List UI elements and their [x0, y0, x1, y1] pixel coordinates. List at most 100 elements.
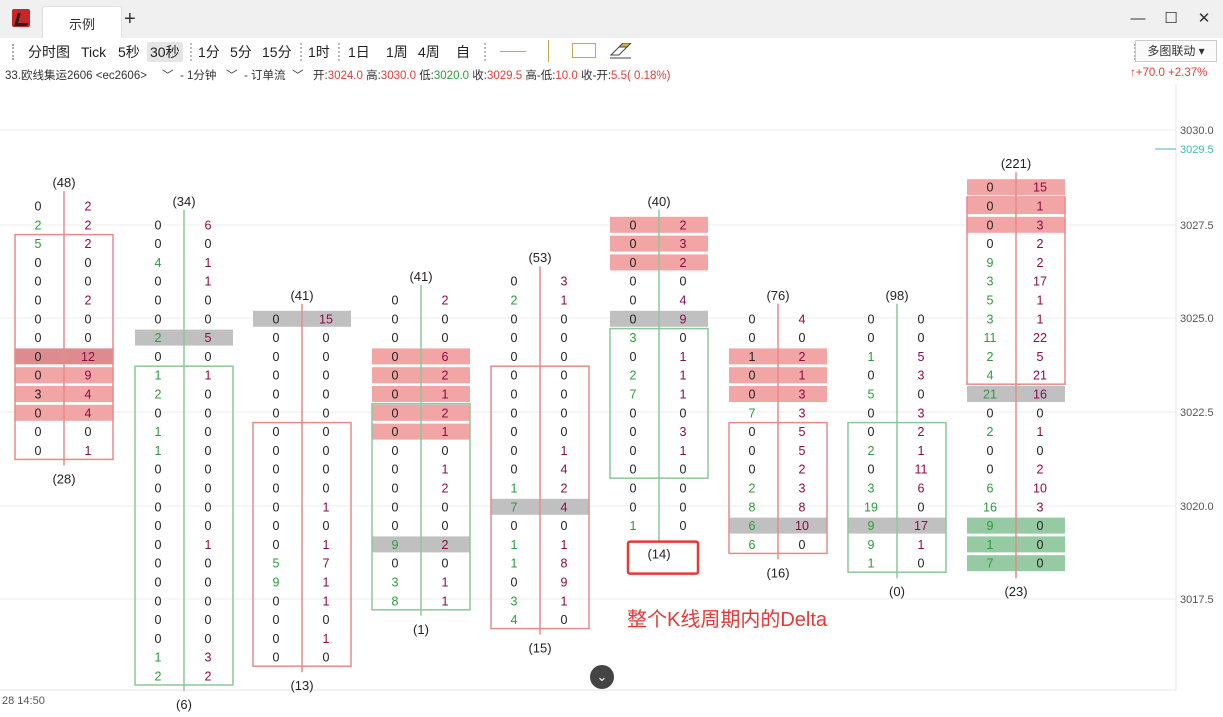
- ask-volume: 4: [680, 294, 687, 308]
- eraser-icon[interactable]: [609, 42, 633, 59]
- period-dropdown-icon[interactable]: ﹀: [226, 67, 238, 83]
- bid-volume: 0: [511, 369, 518, 383]
- bid-volume: 16: [983, 500, 997, 514]
- ask-volume: 0: [323, 369, 330, 383]
- ask-volume: 8: [799, 500, 806, 514]
- maximize-icon[interactable]: ☐: [1161, 8, 1181, 28]
- period-button[interactable]: 1时: [305, 42, 333, 62]
- bid-volume: 11: [984, 331, 997, 345]
- bid-volume: 1: [155, 425, 162, 439]
- footprint-chart[interactable]: 3030.03027.53025.03022.53020.03017.53029…: [0, 84, 1223, 717]
- ask-volume: 10: [1033, 482, 1047, 496]
- toolbar-grip-icon[interactable]: [12, 44, 18, 60]
- horizontal-line-tool-icon[interactable]: [500, 51, 526, 52]
- bid-volume: 0: [35, 312, 42, 326]
- close-icon[interactable]: ✕: [1194, 8, 1214, 28]
- period-button[interactable]: 5分: [227, 42, 255, 62]
- period-button[interactable]: 自: [453, 42, 473, 62]
- bid-volume: 8: [392, 594, 399, 608]
- bid-volume: 0: [35, 275, 42, 289]
- ask-volume: 22: [1033, 331, 1047, 345]
- ask-volume: 2: [205, 670, 212, 684]
- ask-volume: 1: [918, 538, 925, 552]
- bar-total-label: (48): [52, 175, 75, 190]
- bid-volume: 0: [630, 482, 637, 496]
- period-button[interactable]: 1日: [345, 42, 373, 62]
- ask-volume: 1: [205, 256, 212, 270]
- ask-volume: 1: [680, 369, 687, 383]
- bid-volume: 0: [35, 200, 42, 214]
- mode-dropdown-icon[interactable]: ﹀: [292, 67, 304, 83]
- contract-name[interactable]: 33.欧线集运2606 <ec2606>: [5, 67, 147, 83]
- ask-volume: 11: [915, 463, 928, 477]
- ask-volume: 3: [918, 406, 925, 420]
- bid-volume: 1: [155, 651, 162, 665]
- bid-volume: 19: [864, 500, 878, 514]
- tab-example[interactable]: 示例: [42, 6, 122, 39]
- ask-volume: 1: [442, 388, 449, 402]
- bar-delta-label: (13): [290, 678, 313, 693]
- period-button[interactable]: 分时图: [25, 42, 73, 62]
- ask-volume: 1: [442, 594, 449, 608]
- bid-volume: 0: [392, 331, 399, 345]
- ask-volume: 1: [205, 369, 212, 383]
- period-label[interactable]: - 1分钟: [180, 67, 216, 83]
- ask-volume: 1: [561, 538, 568, 552]
- ask-volume: 0: [323, 331, 330, 345]
- ask-volume: 0: [799, 538, 806, 552]
- rectangle-tool-icon[interactable]: [572, 43, 596, 58]
- bid-volume: 3: [987, 275, 994, 289]
- bid-volume: 0: [35, 294, 42, 308]
- bid-volume: 0: [630, 350, 637, 364]
- period-button[interactable]: 5秒: [115, 42, 143, 62]
- ask-volume: 0: [1037, 406, 1044, 420]
- ask-volume: 0: [205, 388, 212, 402]
- ask-volume: 0: [442, 500, 449, 514]
- bid-volume: 0: [273, 594, 280, 608]
- bar-total-label: (40): [647, 194, 670, 209]
- bid-volume: 0: [749, 369, 756, 383]
- ask-volume: 2: [85, 218, 92, 232]
- bid-volume: 0: [155, 613, 162, 627]
- mode-label[interactable]: - 订单流: [244, 67, 286, 83]
- ask-volume: 0: [205, 519, 212, 533]
- ask-volume: 5: [799, 444, 806, 458]
- bid-volume: 0: [987, 200, 994, 214]
- bid-volume: 0: [35, 444, 42, 458]
- ask-volume: 0: [561, 613, 568, 627]
- scroll-down-icon[interactable]: ⌄: [590, 665, 614, 689]
- period-button[interactable]: 1周: [383, 42, 411, 62]
- bid-volume: 0: [630, 406, 637, 420]
- period-button[interactable]: 4周: [415, 42, 443, 62]
- ask-volume: 2: [799, 350, 806, 364]
- bid-volume: 0: [630, 463, 637, 477]
- ask-volume: 0: [205, 632, 212, 646]
- bid-volume: 0: [273, 350, 280, 364]
- ask-volume: 0: [918, 331, 925, 345]
- period-button[interactable]: Tick: [78, 42, 109, 62]
- add-tab-button[interactable]: +: [124, 8, 136, 31]
- ask-volume: 0: [323, 651, 330, 665]
- ask-volume: 1: [561, 444, 568, 458]
- ask-volume: 2: [85, 294, 92, 308]
- bid-volume: 2: [630, 369, 637, 383]
- bid-volume: 0: [511, 350, 518, 364]
- period-button[interactable]: 1分: [195, 42, 223, 62]
- multi-chart-sync-button[interactable]: 多图联动 ▾: [1135, 40, 1217, 62]
- bid-volume: 0: [273, 369, 280, 383]
- vertical-line-tool-icon[interactable]: [548, 40, 549, 62]
- bid-volume: 1: [155, 444, 162, 458]
- bid-volume: 0: [273, 500, 280, 514]
- bid-volume: 0: [35, 406, 42, 420]
- bid-volume: 0: [155, 463, 162, 477]
- bid-volume: 0: [987, 181, 994, 195]
- period-button[interactable]: 30秒: [147, 42, 183, 62]
- bid-volume: 0: [35, 425, 42, 439]
- contract-dropdown-icon[interactable]: ﹀: [162, 67, 174, 83]
- ask-volume: 1: [323, 594, 330, 608]
- period-button[interactable]: 15分: [259, 42, 295, 62]
- bid-volume: 5: [35, 237, 42, 251]
- minimize-icon[interactable]: —: [1128, 8, 1148, 28]
- ask-volume: 0: [205, 594, 212, 608]
- price-tick-label: 3022.5: [1180, 407, 1214, 419]
